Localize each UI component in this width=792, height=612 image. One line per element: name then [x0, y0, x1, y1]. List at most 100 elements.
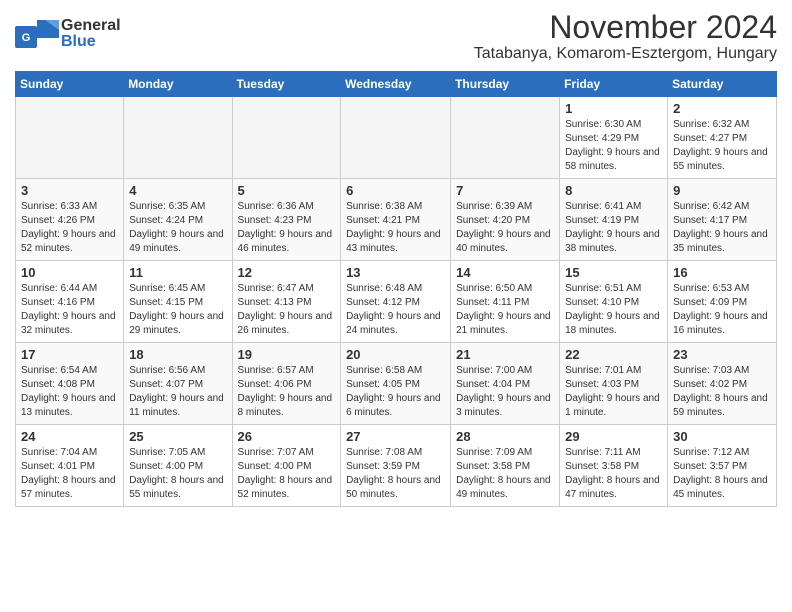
day-info: Sunrise: 6:36 AM Sunset: 4:23 PM Dayligh… [238, 200, 336, 256]
calendar-cell: 21 Sunrise: 7:00 AM Sunset: 4:04 PM Dayli… [451, 343, 560, 425]
day-number: 16 [673, 265, 771, 280]
calendar-cell: 17 Sunrise: 6:54 AM Sunset: 4:08 PM Dayli… [16, 343, 124, 425]
page-subtitle: Tatabanya, Komarom-Esztergom, Hungary [474, 45, 777, 63]
calendar-cell: 10Sunrise: 6:44 AM Sunset: 4:16 PM Dayli… [16, 261, 124, 343]
calendar-cell: 28 Sunrise: 7:09 AM Sunset: 3:58 PM Dayli… [451, 425, 560, 507]
logo-icon: G [15, 16, 59, 52]
calendar-cell [16, 97, 124, 179]
logo: G General Blue [15, 16, 121, 52]
day-number: 18 [129, 347, 226, 362]
day-info: Sunrise: 6:56 AM Sunset: 4:07 PM Dayligh… [129, 364, 226, 420]
day-number: 19 [238, 347, 336, 362]
day-number: 13 [346, 265, 445, 280]
calendar-cell: 3 Sunrise: 6:33 AM Sunset: 4:26 PM Daylig… [16, 179, 124, 261]
day-info: Sunrise: 6:35 AM Sunset: 4:24 PM Dayligh… [129, 200, 226, 256]
day-info: Sunrise: 6:53 AM Sunset: 4:09 PM Dayligh… [673, 282, 771, 338]
day-number: 1 [565, 101, 662, 116]
day-info: Sunrise: 7:01 AM Sunset: 4:03 PM Dayligh… [565, 364, 662, 420]
day-number: 27 [346, 429, 445, 444]
page-header: G General Blue November 2024 Tatabanya, … [15, 10, 777, 63]
calendar-cell: 18 Sunrise: 6:56 AM Sunset: 4:07 PM Dayli… [124, 343, 232, 425]
day-info: Sunrise: 7:07 AM Sunset: 4:00 PM Dayligh… [238, 446, 336, 502]
calendar-table: SundayMondayTuesdayWednesdayThursdayFrid… [15, 71, 777, 507]
calendar-cell: 25 Sunrise: 7:05 AM Sunset: 4:00 PM Dayli… [124, 425, 232, 507]
calendar-week-1: 1 Sunrise: 6:30 AM Sunset: 4:29 PM Daylig… [16, 97, 777, 179]
calendar-cell: 26 Sunrise: 7:07 AM Sunset: 4:00 PM Dayli… [232, 425, 341, 507]
calendar-cell: 12Sunrise: 6:47 AM Sunset: 4:13 PM Dayli… [232, 261, 341, 343]
calendar-cell: 1 Sunrise: 6:30 AM Sunset: 4:29 PM Daylig… [560, 97, 668, 179]
day-info: Sunrise: 7:08 AM Sunset: 3:59 PM Dayligh… [346, 446, 445, 502]
calendar-cell: 6 Sunrise: 6:38 AM Sunset: 4:21 PM Daylig… [341, 179, 451, 261]
day-info: Sunrise: 6:58 AM Sunset: 4:05 PM Dayligh… [346, 364, 445, 420]
calendar-cell: 24Sunrise: 7:04 AM Sunset: 4:01 PM Dayli… [16, 425, 124, 507]
calendar-cell: 30 Sunrise: 7:12 AM Sunset: 3:57 PM Dayli… [668, 425, 777, 507]
day-number: 23 [673, 347, 771, 362]
weekday-header-tuesday: Tuesday [232, 72, 341, 97]
day-number: 25 [129, 429, 226, 444]
day-info: Sunrise: 6:38 AM Sunset: 4:21 PM Dayligh… [346, 200, 445, 256]
calendar-cell: 15 Sunrise: 6:51 AM Sunset: 4:10 PM Dayli… [560, 261, 668, 343]
day-number: 21 [456, 347, 554, 362]
calendar-cell: 13 Sunrise: 6:48 AM Sunset: 4:12 PM Dayli… [341, 261, 451, 343]
day-number: 5 [238, 183, 336, 198]
day-info: Sunrise: 7:12 AM Sunset: 3:57 PM Dayligh… [673, 446, 771, 502]
day-info: Sunrise: 6:45 AM Sunset: 4:15 PM Dayligh… [129, 282, 226, 338]
weekday-header-sunday: Sunday [16, 72, 124, 97]
day-number: 12 [238, 265, 336, 280]
day-number: 28 [456, 429, 554, 444]
day-info: Sunrise: 6:54 AM Sunset: 4:08 PM Dayligh… [21, 364, 118, 420]
calendar-week-4: 17 Sunrise: 6:54 AM Sunset: 4:08 PM Dayli… [16, 343, 777, 425]
calendar-cell: 14 Sunrise: 6:50 AM Sunset: 4:11 PM Dayli… [451, 261, 560, 343]
day-number: 22 [565, 347, 662, 362]
day-number: 29 [565, 429, 662, 444]
day-info: Sunrise: 6:50 AM Sunset: 4:11 PM Dayligh… [456, 282, 554, 338]
calendar-week-2: 3 Sunrise: 6:33 AM Sunset: 4:26 PM Daylig… [16, 179, 777, 261]
day-info: Sunrise: 7:05 AM Sunset: 4:00 PM Dayligh… [129, 446, 226, 502]
weekday-header-thursday: Thursday [451, 72, 560, 97]
day-number: 14 [456, 265, 554, 280]
day-info: Sunrise: 7:00 AM Sunset: 4:04 PM Dayligh… [456, 364, 554, 420]
day-info: Sunrise: 6:33 AM Sunset: 4:26 PM Dayligh… [21, 200, 118, 256]
day-info: Sunrise: 7:09 AM Sunset: 3:58 PM Dayligh… [456, 446, 554, 502]
calendar-cell: 22 Sunrise: 7:01 AM Sunset: 4:03 PM Dayli… [560, 343, 668, 425]
day-info: Sunrise: 6:44 AM Sunset: 4:16 PM Dayligh… [21, 282, 118, 338]
calendar-week-3: 10Sunrise: 6:44 AM Sunset: 4:16 PM Dayli… [16, 261, 777, 343]
calendar-cell: 27 Sunrise: 7:08 AM Sunset: 3:59 PM Dayli… [341, 425, 451, 507]
day-info: Sunrise: 7:11 AM Sunset: 3:58 PM Dayligh… [565, 446, 662, 502]
day-info: Sunrise: 6:30 AM Sunset: 4:29 PM Dayligh… [565, 118, 662, 174]
calendar-cell: 19 Sunrise: 6:57 AM Sunset: 4:06 PM Dayli… [232, 343, 341, 425]
calendar-cell: 5 Sunrise: 6:36 AM Sunset: 4:23 PM Daylig… [232, 179, 341, 261]
day-number: 15 [565, 265, 662, 280]
day-number: 3 [21, 183, 118, 198]
day-info: Sunrise: 6:57 AM Sunset: 4:06 PM Dayligh… [238, 364, 336, 420]
day-info: Sunrise: 6:32 AM Sunset: 4:27 PM Dayligh… [673, 118, 771, 174]
day-number: 30 [673, 429, 771, 444]
day-number: 11 [129, 265, 226, 280]
day-number: 20 [346, 347, 445, 362]
calendar-cell: 11 Sunrise: 6:45 AM Sunset: 4:15 PM Dayli… [124, 261, 232, 343]
day-number: 8 [565, 183, 662, 198]
calendar-cell: 9 Sunrise: 6:42 AM Sunset: 4:17 PM Daylig… [668, 179, 777, 261]
day-number: 17 [21, 347, 118, 362]
day-info: Sunrise: 6:42 AM Sunset: 4:17 PM Dayligh… [673, 200, 771, 256]
day-info: Sunrise: 6:48 AM Sunset: 4:12 PM Dayligh… [346, 282, 445, 338]
calendar-cell [341, 97, 451, 179]
day-number: 9 [673, 183, 771, 198]
calendar-cell [124, 97, 232, 179]
day-info: Sunrise: 6:51 AM Sunset: 4:10 PM Dayligh… [565, 282, 662, 338]
logo-general: General [61, 18, 121, 34]
calendar-cell: 16 Sunrise: 6:53 AM Sunset: 4:09 PM Dayli… [668, 261, 777, 343]
calendar-cell: 23 Sunrise: 7:03 AM Sunset: 4:02 PM Dayli… [668, 343, 777, 425]
calendar-header-row: SundayMondayTuesdayWednesdayThursdayFrid… [16, 72, 777, 97]
day-info: Sunrise: 7:03 AM Sunset: 4:02 PM Dayligh… [673, 364, 771, 420]
day-info: Sunrise: 6:39 AM Sunset: 4:20 PM Dayligh… [456, 200, 554, 256]
calendar-cell [451, 97, 560, 179]
day-number: 6 [346, 183, 445, 198]
calendar-cell: 20 Sunrise: 6:58 AM Sunset: 4:05 PM Dayli… [341, 343, 451, 425]
calendar-cell [232, 97, 341, 179]
calendar-cell: 2Sunrise: 6:32 AM Sunset: 4:27 PM Daylig… [668, 97, 777, 179]
day-number: 4 [129, 183, 226, 198]
svg-text:G: G [22, 32, 31, 44]
calendar-cell: 8Sunrise: 6:41 AM Sunset: 4:19 PM Daylig… [560, 179, 668, 261]
day-number: 26 [238, 429, 336, 444]
